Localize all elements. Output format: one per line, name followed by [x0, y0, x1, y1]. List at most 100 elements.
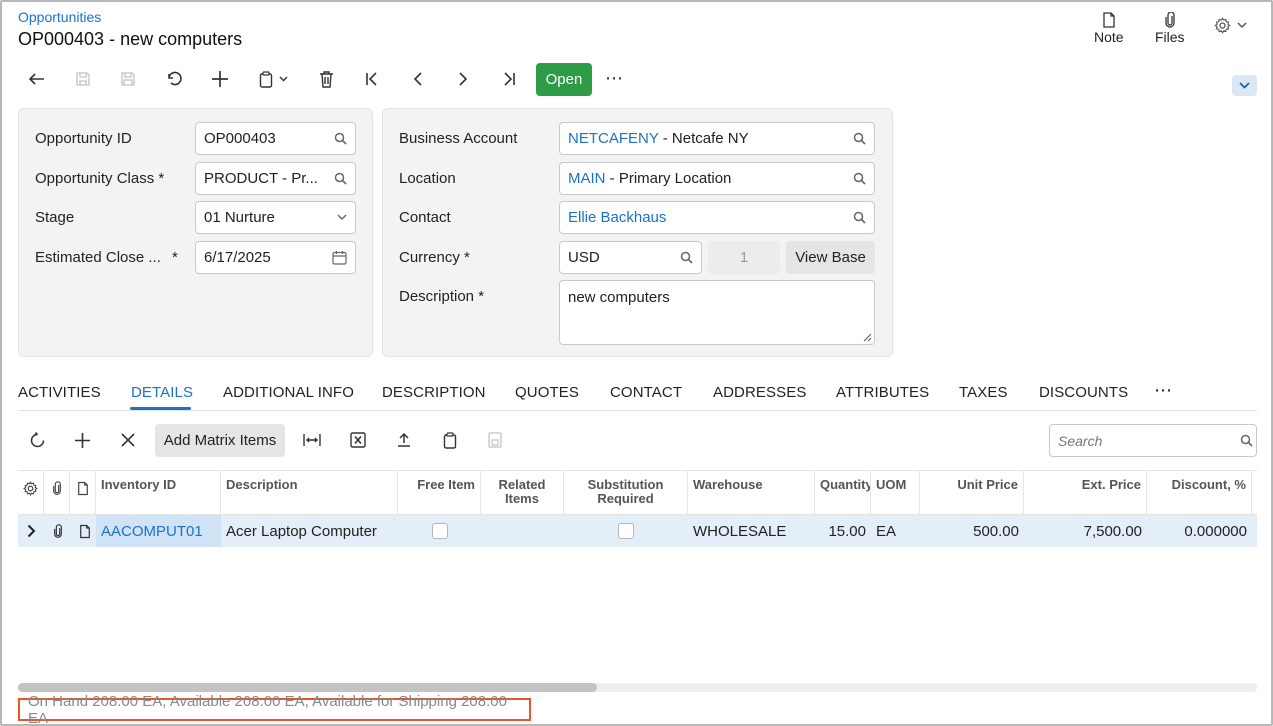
- cell-substitution-required[interactable]: [564, 515, 688, 547]
- search-icon[interactable]: [853, 172, 866, 185]
- add-matrix-items-button[interactable]: Add Matrix Items: [155, 424, 285, 457]
- first-record-icon[interactable]: [357, 66, 387, 92]
- view-base-button[interactable]: View Base: [786, 241, 875, 274]
- tab-details[interactable]: DETAILS: [131, 384, 193, 401]
- tab-discounts[interactable]: DISCOUNTS: [1039, 384, 1128, 401]
- col-substitution-required[interactable]: Substitution Required: [564, 471, 688, 515]
- save-icon[interactable]: [113, 66, 143, 92]
- undo-icon[interactable]: [159, 66, 189, 92]
- location-field[interactable]: MAIN - Primary Location: [559, 162, 875, 195]
- resize-handle-icon[interactable]: [863, 333, 872, 342]
- cell-unit-price[interactable]: 500.00: [920, 515, 1024, 547]
- col-related-items[interactable]: Related Items: [481, 471, 564, 515]
- search-icon[interactable]: [853, 132, 866, 145]
- location-link[interactable]: MAIN: [568, 170, 606, 187]
- open-button[interactable]: Open: [536, 63, 592, 96]
- description-textarea[interactable]: new computers: [559, 280, 875, 345]
- tab-activities[interactable]: ACTIVITIES: [18, 384, 101, 401]
- substitution-required-checkbox[interactable]: [618, 523, 634, 539]
- currency-rate-field: 1: [708, 241, 780, 274]
- search-icon[interactable]: [853, 211, 866, 224]
- copy-icon[interactable]: [436, 427, 464, 453]
- row-note-icon[interactable]: [74, 515, 96, 547]
- currency-rate-value: 1: [739, 249, 749, 266]
- opportunity-id-label: Opportunity ID: [35, 130, 132, 147]
- col-description[interactable]: Description: [221, 471, 398, 515]
- more-actions-button[interactable]: ⋯: [605, 68, 623, 89]
- back-icon[interactable]: [22, 66, 52, 92]
- files-button[interactable]: Files: [1155, 12, 1185, 45]
- tab-addresses[interactable]: ADDRESSES: [713, 384, 806, 401]
- tab-additional-info[interactable]: ADDITIONAL INFO: [223, 384, 354, 401]
- col-discount-pct[interactable]: Discount, %: [1147, 471, 1252, 515]
- opportunity-id-field[interactable]: OP000403: [195, 122, 356, 155]
- scrollbar-thumb[interactable]: [18, 683, 597, 692]
- estimated-close-date-field[interactable]: 6/17/2025: [195, 241, 356, 274]
- previous-record-icon[interactable]: [403, 66, 433, 92]
- free-item-checkbox[interactable]: [431, 523, 448, 539]
- copy-paste-menu[interactable]: [253, 66, 293, 92]
- opportunity-class-field[interactable]: PRODUCT - Pr...: [195, 162, 356, 195]
- last-record-icon[interactable]: [494, 66, 524, 92]
- cell-uom[interactable]: EA: [871, 515, 920, 547]
- search-icon[interactable]: [334, 172, 347, 185]
- expand-row-icon[interactable]: [22, 515, 44, 547]
- save-close-icon[interactable]: [68, 66, 98, 92]
- business-account-field[interactable]: NETCAFENY - Netcafe NY: [559, 122, 875, 155]
- tab-contact[interactable]: CONTACT: [610, 384, 682, 401]
- contact-link[interactable]: Ellie Backhaus: [568, 209, 666, 226]
- search-icon[interactable]: [1240, 434, 1253, 447]
- cell-description[interactable]: Acer Laptop Computer: [221, 515, 398, 547]
- inventory-status-bar: On Hand 208.00 EA, Available 208.00 EA, …: [18, 693, 531, 726]
- refresh-icon[interactable]: [23, 427, 51, 453]
- add-icon[interactable]: [205, 66, 235, 92]
- tab-description[interactable]: DESCRIPTION: [382, 384, 486, 401]
- grid-search-box[interactable]: [1049, 424, 1257, 457]
- search-icon[interactable]: [680, 251, 693, 264]
- export-excel-icon[interactable]: [344, 427, 372, 453]
- paste-icon[interactable]: [481, 427, 509, 453]
- cell-free-item[interactable]: [398, 515, 481, 547]
- col-ext-price[interactable]: Ext. Price: [1024, 471, 1147, 515]
- col-quantity[interactable]: Quantity: [815, 471, 871, 515]
- tab-quotes[interactable]: QUOTES: [515, 384, 579, 401]
- delete-icon[interactable]: [311, 66, 341, 92]
- breadcrumb[interactable]: Opportunities: [18, 9, 101, 25]
- next-record-icon[interactable]: [448, 66, 478, 92]
- tab-attributes[interactable]: ATTRIBUTES: [836, 384, 929, 401]
- delete-row-icon[interactable]: [114, 427, 142, 453]
- cell-quantity[interactable]: 15.00: [815, 515, 871, 547]
- settings-menu-button[interactable]: [1214, 17, 1247, 34]
- collapse-header-button[interactable]: [1232, 75, 1257, 96]
- fit-columns-icon[interactable]: [298, 427, 326, 453]
- files-label: Files: [1155, 29, 1185, 45]
- col-unit-price[interactable]: Unit Price: [920, 471, 1024, 515]
- tab-taxes[interactable]: TAXES: [959, 384, 1008, 401]
- cell-inventory-id[interactable]: AACOMPUT01: [96, 515, 221, 547]
- note-button[interactable]: Note: [1094, 12, 1124, 45]
- tab-more-button[interactable]: ⋯: [1154, 380, 1172, 401]
- col-inventory-id[interactable]: Inventory ID: [96, 471, 221, 515]
- currency-field[interactable]: USD: [559, 241, 702, 274]
- search-icon[interactable]: [334, 132, 347, 145]
- cell-warehouse[interactable]: WHOLESALE: [688, 515, 815, 547]
- cell-discount-pct[interactable]: 0.000000: [1147, 515, 1252, 547]
- upload-icon[interactable]: [390, 427, 418, 453]
- cell-related-items[interactable]: [481, 515, 564, 547]
- cell-ext-price[interactable]: 7,500.00: [1024, 515, 1147, 547]
- stage-select[interactable]: 01 Nurture: [195, 201, 356, 234]
- calendar-icon[interactable]: [332, 250, 347, 265]
- page-title: OP000403 - new computers: [18, 29, 243, 49]
- grid-search-input[interactable]: [1058, 432, 1240, 449]
- row-attachment-icon[interactable]: [48, 515, 70, 547]
- col-uom[interactable]: UOM: [871, 471, 920, 515]
- col-free-item[interactable]: Free Item: [398, 471, 481, 515]
- contact-field[interactable]: Ellie Backhaus: [559, 201, 875, 234]
- column-settings-button[interactable]: [18, 471, 44, 515]
- estimated-close-value: 6/17/2025: [204, 249, 271, 266]
- col-warehouse[interactable]: Warehouse: [688, 471, 815, 515]
- inventory-id-link[interactable]: AACOMPUT01: [101, 523, 203, 540]
- add-row-icon[interactable]: [68, 427, 96, 453]
- table-row[interactable]: AACOMPUT01 Acer Laptop Computer WHOLESAL…: [18, 515, 1257, 547]
- business-account-link[interactable]: NETCAFENY: [568, 130, 659, 147]
